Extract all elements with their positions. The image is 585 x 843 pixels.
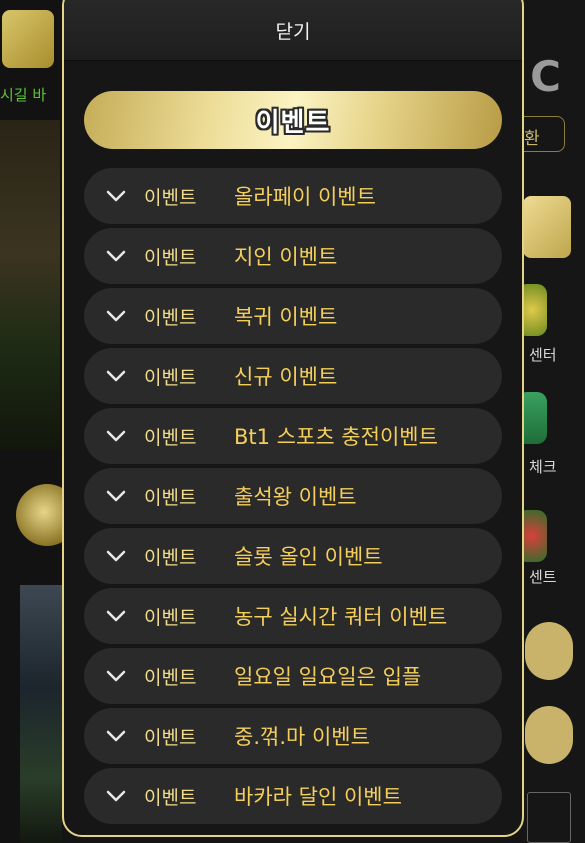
check-label: 체크 xyxy=(529,458,557,476)
chevron-down-icon xyxy=(84,430,144,442)
background-notice-text: 시길 바 xyxy=(0,86,47,104)
event-banner: 이벤트 xyxy=(84,91,502,149)
event-item-title: 바카라 달인 이벤트 xyxy=(234,785,402,809)
background-left: 시길 바 xyxy=(0,0,78,843)
event-item-title: 일요일 일요일은 입플 xyxy=(234,665,422,689)
event-item-allapay[interactable]: 이벤트 올라페이 이벤트 xyxy=(84,168,502,224)
event-item-tag: 이벤트 xyxy=(144,426,197,449)
event-item-tag: 이벤트 xyxy=(144,786,197,809)
chevron-down-icon xyxy=(84,610,144,622)
chevron-down-icon xyxy=(84,310,144,322)
event-item-jungkkeokma[interactable]: 이벤트 중.꺾.마 이벤트 xyxy=(84,708,502,764)
event-item-new[interactable]: 이벤트 신규 이벤트 xyxy=(84,348,502,404)
event-item-baccarat[interactable]: 이벤트 바카라 달인 이벤트 xyxy=(84,768,502,824)
background-right: C 환 센터 체크 센트 xyxy=(515,0,585,843)
chevron-down-icon xyxy=(84,730,144,742)
chevron-down-icon xyxy=(84,670,144,682)
event-item-title: 올라페이 이벤트 xyxy=(234,185,376,209)
event-item-title: 신규 이벤트 xyxy=(234,365,338,389)
event-item-sunday[interactable]: 이벤트 일요일 일요일은 입플 xyxy=(84,648,502,704)
chevron-down-icon xyxy=(84,370,144,382)
site-logo[interactable] xyxy=(2,10,54,68)
refresh-icon: C xyxy=(530,52,561,101)
event-item-title: 중.꺾.마 이벤트 xyxy=(234,725,370,749)
side-box xyxy=(527,792,571,843)
close-button[interactable]: 닫기 xyxy=(64,0,522,61)
center-label: 센터 xyxy=(529,346,557,364)
event-item-title: 출석왕 이벤트 xyxy=(234,485,357,509)
background-banner-image xyxy=(0,120,60,450)
event-item-tag: 이벤트 xyxy=(144,726,197,749)
event-item-tag: 이벤트 xyxy=(144,486,197,509)
event-modal: 닫기 이벤트 이벤트 올라페이 이벤트 이벤트 지인 이벤트 이벤트 복귀 이벤… xyxy=(62,0,524,837)
event-label: 센트 xyxy=(529,568,557,586)
event-item-tag: 이벤트 xyxy=(144,366,197,389)
event-item-tag: 이벤트 xyxy=(144,306,197,329)
event-item-attendance[interactable]: 이벤트 출석왕 이벤트 xyxy=(84,468,502,524)
chevron-down-icon xyxy=(84,190,144,202)
side-pill-button-2[interactable] xyxy=(525,706,573,764)
chevron-down-icon xyxy=(84,790,144,802)
background-photo xyxy=(20,585,62,843)
close-label: 닫기 xyxy=(275,21,311,43)
event-item-slot-allin[interactable]: 이벤트 슬롯 올인 이벤트 xyxy=(84,528,502,584)
chevron-down-icon xyxy=(84,550,144,562)
event-item-tag: 이벤트 xyxy=(144,666,197,689)
gold-button[interactable] xyxy=(523,196,571,258)
event-item-referral[interactable]: 이벤트 지인 이벤트 xyxy=(84,228,502,284)
event-item-basketball[interactable]: 이벤트 농구 실시간 쿼터 이벤트 xyxy=(84,588,502,644)
event-banner-label: 이벤트 xyxy=(255,107,331,138)
side-pill-button-1[interactable] xyxy=(525,622,573,680)
event-item-return[interactable]: 이벤트 복귀 이벤트 xyxy=(84,288,502,344)
event-list: 이벤트 올라페이 이벤트 이벤트 지인 이벤트 이벤트 복귀 이벤트 이벤트 신… xyxy=(84,168,502,828)
event-item-title: 지인 이벤트 xyxy=(234,245,338,269)
event-item-title: 농구 실시간 쿼터 이벤트 xyxy=(234,605,448,629)
event-item-sports-charge[interactable]: 이벤트 Bt1 스포츠 충전이벤트 xyxy=(84,408,502,464)
chevron-down-icon xyxy=(84,250,144,262)
event-item-tag: 이벤트 xyxy=(144,546,197,569)
event-item-tag: 이벤트 xyxy=(144,606,197,629)
event-item-title: 슬롯 올인 이벤트 xyxy=(234,545,383,569)
event-item-title: 복귀 이벤트 xyxy=(234,305,338,329)
chevron-down-icon xyxy=(84,490,144,502)
event-item-title: Bt1 스포츠 충전이벤트 xyxy=(234,425,438,449)
event-item-tag: 이벤트 xyxy=(144,186,197,209)
event-item-tag: 이벤트 xyxy=(144,246,197,269)
